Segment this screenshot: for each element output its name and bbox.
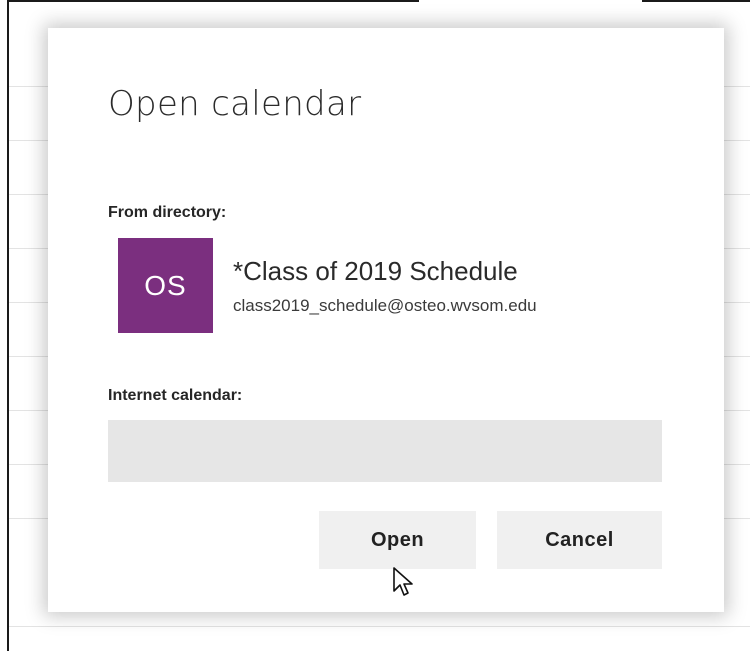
- background-window-border-top: [7, 0, 419, 2]
- open-calendar-dialog: Open calendar From directory: OS *Class …: [48, 28, 724, 612]
- cancel-button[interactable]: Cancel: [497, 511, 662, 569]
- calendar-avatar[interactable]: OS: [118, 238, 213, 333]
- internet-calendar-label: Internet calendar:: [108, 387, 243, 404]
- from-directory-label: From directory:: [108, 204, 227, 221]
- calendar-name[interactable]: *Class of 2019 Schedule: [233, 256, 518, 287]
- background-grid-line: [9, 626, 750, 627]
- avatar-initials: OS: [144, 269, 187, 301]
- pointer-arrow-icon: [393, 567, 413, 596]
- background-window-border-top-right: [642, 0, 750, 2]
- background-window-border: [7, 0, 9, 651]
- calendar-email: class2019_schedule@osteo.wvsom.edu: [233, 296, 537, 315]
- internet-calendar-input[interactable]: [108, 420, 662, 482]
- dialog-title: Open calendar: [108, 84, 362, 124]
- open-button[interactable]: Open: [319, 511, 476, 569]
